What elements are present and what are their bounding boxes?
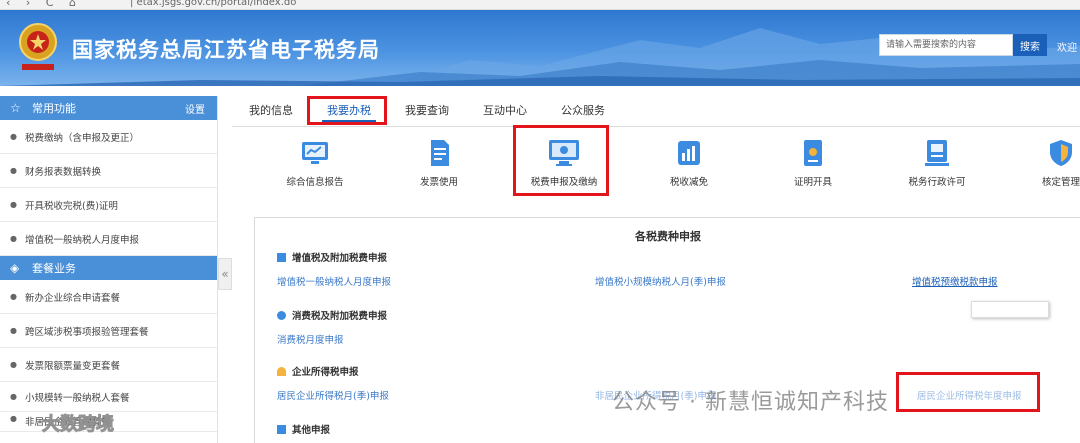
tabs-divider <box>232 126 1080 127</box>
section-vat: 增值税及附加税费申报 <box>277 250 387 264</box>
sidebar-item[interactable]: ● 小规模转一般纳税人套餐 <box>0 382 217 412</box>
link-vat-prepayment[interactable]: 增值税预缴税款申报 <box>912 274 998 288</box>
function-label: 税费申报及缴纳 <box>530 177 598 188</box>
sidebar-item[interactable]: ● 增值税一般纳税人月度申报 <box>0 222 217 256</box>
bullet-icon: ● <box>10 414 17 423</box>
tab-interaction[interactable]: 互动中心 <box>466 102 544 126</box>
function-tax-filing-payment[interactable]: 税费申报及缴纳 <box>509 138 619 188</box>
main-tabs: 我的信息 我要办税 我要查询 互动中心 公众服务 <box>232 102 622 126</box>
sidebar-collapse-toggle[interactable]: « <box>218 258 232 290</box>
sidebar-item[interactable]: ● 跨区域涉税事项报验管理套餐 <box>0 314 217 348</box>
link-vat-small-scale[interactable]: 增值税小规模纳税人月(季)申报 <box>595 274 726 288</box>
section-other: 其他申报 <box>277 422 330 436</box>
function-label: 税收减免 <box>669 177 708 188</box>
section-corporate-income-tax: 企业所得税申报 <box>277 364 359 378</box>
sidebar-item-label: 跨区域涉税事项报验管理套餐 <box>24 326 149 338</box>
function-assessment-management[interactable]: 核定管理 <box>1006 138 1080 188</box>
money-bag-icon <box>277 310 286 320</box>
bullet-icon: ● <box>10 292 17 301</box>
building-icon <box>277 366 286 376</box>
tab-my-info[interactable]: 我的信息 <box>232 102 310 126</box>
section-consumption-tax: 消费税及附加税费申报 <box>277 308 387 322</box>
site-title: 国家税务总局江苏省电子税务局 <box>72 38 380 62</box>
star-icon: ☆ <box>10 101 21 115</box>
function-label: 综合信息报告 <box>286 177 344 188</box>
sidebar-common-header[interactable]: ☆ 常用功能 设置 <box>0 96 217 120</box>
vat-section-icon <box>277 252 286 262</box>
sidebar-item-label: 财务报表数据转换 <box>24 166 101 178</box>
browser-address-bar: ‹ › C ⌂ | etax.jsgs.gov.cn/portal/index.… <box>0 0 1080 10</box>
search-input[interactable] <box>879 34 1013 56</box>
tab-tax-handling[interactable]: 我要办税 <box>310 102 388 126</box>
sidebar-item[interactable]: ● 税费缴纳（含申报及更正） <box>0 120 217 154</box>
function-tax-relief[interactable]: 税收减免 <box>634 138 744 188</box>
shield-icon <box>1050 140 1072 166</box>
sidebar-item-label: 小规模转一般纳税人套餐 <box>24 392 130 404</box>
search-button[interactable]: 搜索 <box>1013 34 1047 56</box>
panel-title: 各税费种申报 <box>635 230 701 243</box>
sidebar-item-label: 税费缴纳（含申报及更正） <box>24 132 139 144</box>
tab-public-service[interactable]: 公众服务 <box>544 102 622 126</box>
browser-nav-buttons[interactable]: ‹ › C ⌂ <box>6 0 82 9</box>
bullet-icon: ● <box>10 360 17 369</box>
section-title: 增值税及附加税费申报 <box>292 253 388 264</box>
chart-icon <box>678 141 700 165</box>
watermark-corner: 大数跨境 <box>42 414 115 436</box>
grid-icon <box>277 424 286 434</box>
section-title: 企业所得税申报 <box>292 367 359 378</box>
function-label: 税务行政许可 <box>908 177 966 188</box>
link-vat-general-monthly[interactable]: 增值税一般纳税人月度申报 <box>277 274 391 288</box>
sidebar-item-label: 开具税收完税(费)证明 <box>24 200 118 212</box>
header-banner: 国家税务总局江苏省电子税务局 搜索 欢迎 <box>0 10 1080 86</box>
bullet-icon: ● <box>10 326 17 335</box>
section-title: 其他申报 <box>292 425 331 436</box>
sidebar-settings-link[interactable]: 设置 <box>185 101 205 116</box>
sidebar: ☆ 常用功能 设置 ● 税费缴纳（含申报及更正） ● 财务报表数据转换 ● 开具税收完… <box>0 96 218 443</box>
function-comprehensive-report[interactable]: 综合信息报告 <box>260 138 370 188</box>
invoice-icon <box>431 140 449 166</box>
sidebar-package-header[interactable]: ◈ 套餐业务 <box>0 256 217 280</box>
function-label: 证明开具 <box>793 177 832 188</box>
sidebar-item[interactable]: ● 财务报表数据转换 <box>0 154 217 188</box>
bullet-icon: ● <box>10 234 17 243</box>
section-title: 消费税及附加税费申报 <box>292 311 388 322</box>
license-icon <box>925 140 949 166</box>
function-label: 核定管理 <box>1041 177 1080 188</box>
function-row: 综合信息报告 发票使用 税费申报及缴纳 税收减免 证明开具 税务行政许可 核定管… <box>232 138 1080 198</box>
layers-icon: ◈ <box>10 261 20 275</box>
sidebar-item[interactable]: ● 新办企业综合申请套餐 <box>0 280 217 314</box>
report-icon <box>302 142 328 164</box>
watermark-wechat: 公众号 · 新慧恒诚知产科技 <box>612 390 889 415</box>
bullet-icon: ● <box>10 392 17 401</box>
function-administrative-license[interactable]: 税务行政许可 <box>882 138 992 188</box>
sidebar-item-label: 发票限额票量变更套餐 <box>24 360 120 372</box>
sidebar-item-label: 新办企业综合申请套餐 <box>24 292 120 304</box>
sidebar-item-label: 增值税一般纳税人月度申报 <box>24 234 139 246</box>
function-invoice-use[interactable]: 发票使用 <box>384 138 494 188</box>
sidebar-package-title: 套餐业务 <box>32 262 76 275</box>
bullet-icon: ● <box>10 200 17 209</box>
certificate-icon <box>804 140 822 166</box>
bullet-icon: ● <box>10 166 17 175</box>
monitor-icon <box>549 140 579 166</box>
function-label: 发票使用 <box>419 177 458 188</box>
link-consumption-monthly[interactable]: 消费税月度申报 <box>277 332 344 346</box>
tax-emblem-logo <box>19 23 57 70</box>
sidebar-item[interactable]: ● 开具税收完税(费)证明 <box>0 188 217 222</box>
bullet-icon: ● <box>10 132 17 141</box>
welcome-text: 欢迎 <box>1057 43 1077 54</box>
hover-tooltip <box>971 301 1049 318</box>
browser-url[interactable]: | etax.jsgs.gov.cn/portal/index.do <box>130 0 296 8</box>
function-certificate-issuance[interactable]: 证明开具 <box>758 138 868 188</box>
link-cit-resident-quarterly[interactable]: 居民企业所得税月(季)申报 <box>277 388 389 402</box>
sidebar-common-title: 常用功能 <box>32 102 76 115</box>
tab-query[interactable]: 我要查询 <box>388 102 466 126</box>
sidebar-item[interactable]: ● 发票限额票量变更套餐 <box>0 348 217 382</box>
link-cit-resident-annual[interactable]: 居民企业所得税年度申报 <box>917 388 1022 402</box>
